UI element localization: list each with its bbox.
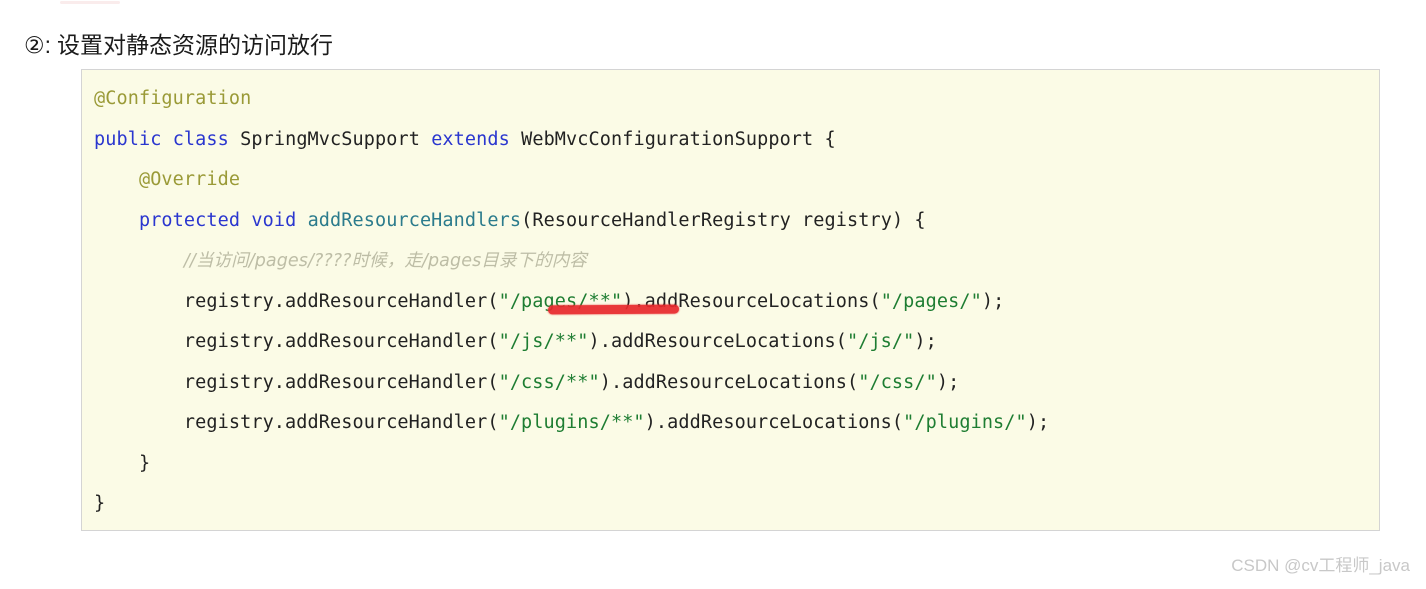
code-token: } <box>94 493 106 514</box>
code-token: protected <box>138 209 241 231</box>
code-token: registry.addResourceHandler( <box>183 290 499 312</box>
code-token: "/css/" <box>858 371 937 393</box>
code-token: "/js/" <box>846 331 915 352</box>
code-token: ); <box>1026 412 1050 433</box>
code-line: } <box>94 444 1379 485</box>
code-line: registry.addResourceHandler("/js/**").ad… <box>94 322 1379 363</box>
code-token: "/css/**" <box>498 371 600 393</box>
code-block: @Configuration public class SpringMvcSupp… <box>81 69 1380 531</box>
code-token: ).addResourceLocations( <box>644 412 904 433</box>
page-heading: ②: 设置对静态资源的访问放行 <box>24 30 333 60</box>
heading-marker: ②: <box>24 32 52 58</box>
code-token: SpringMvcSupport <box>228 128 432 150</box>
code-token: addResourceHandlers <box>307 209 522 231</box>
code-token: (ResourceHandlerRegistry registry) { <box>521 209 926 231</box>
code-token: //当访问/pages/????时候，走/pages目录下的内容 <box>183 251 587 271</box>
code-line: public class SpringMvcSupport extends We… <box>94 120 1379 161</box>
code-token: @Override <box>138 169 241 190</box>
code-token: "/pages/" <box>880 290 982 312</box>
code-token: void <box>251 209 297 231</box>
code-token: WebMvcConfigurationSupport { <box>509 128 836 150</box>
code-line: registry.addResourceHandler("/plugins/**… <box>94 403 1379 444</box>
code-token: ).addResourceLocations( <box>588 331 847 352</box>
watermark: CSDN @cv工程师_java <box>1231 556 1410 575</box>
heading-text: 设置对静态资源的访问放行 <box>57 32 334 58</box>
code-token: ); <box>936 371 960 393</box>
code-token: registry.addResourceHandler( <box>183 412 499 433</box>
code-token: class <box>172 128 229 150</box>
code-token: extends <box>431 128 510 150</box>
code-token: @Configuration <box>94 88 252 109</box>
code-token: public <box>94 128 162 150</box>
code-line: protected void addResourceHandlers(Resou… <box>94 201 1379 242</box>
red-underline-annotation <box>547 304 680 315</box>
code-token: ).addResourceLocations( <box>599 371 859 393</box>
code-token: "/plugins/" <box>903 412 1027 433</box>
code-token: "/plugins/**" <box>498 412 645 433</box>
code-line: } <box>94 484 1379 525</box>
code-line: registry.addResourceHandler("/pages/**")… <box>94 282 1379 323</box>
code-line: registry.addResourceHandler("/css/**").a… <box>94 363 1379 404</box>
code-line: @Configuration <box>94 79 1379 120</box>
code-line: //当访问/pages/????时候，走/pages目录下的内容 <box>94 241 1379 282</box>
code-token: registry.addResourceHandler( <box>183 331 499 352</box>
scan-artifact <box>60 1 120 4</box>
code-token: ); <box>981 290 1005 312</box>
code-token: "/js/**" <box>498 331 589 352</box>
code-token: } <box>138 452 151 474</box>
code-token: registry.addResourceHandler( <box>183 371 499 393</box>
code-content: @Configuration public class SpringMvcSupp… <box>94 79 1379 530</box>
code-token: ); <box>914 331 937 352</box>
code-line: @Override <box>94 160 1379 201</box>
